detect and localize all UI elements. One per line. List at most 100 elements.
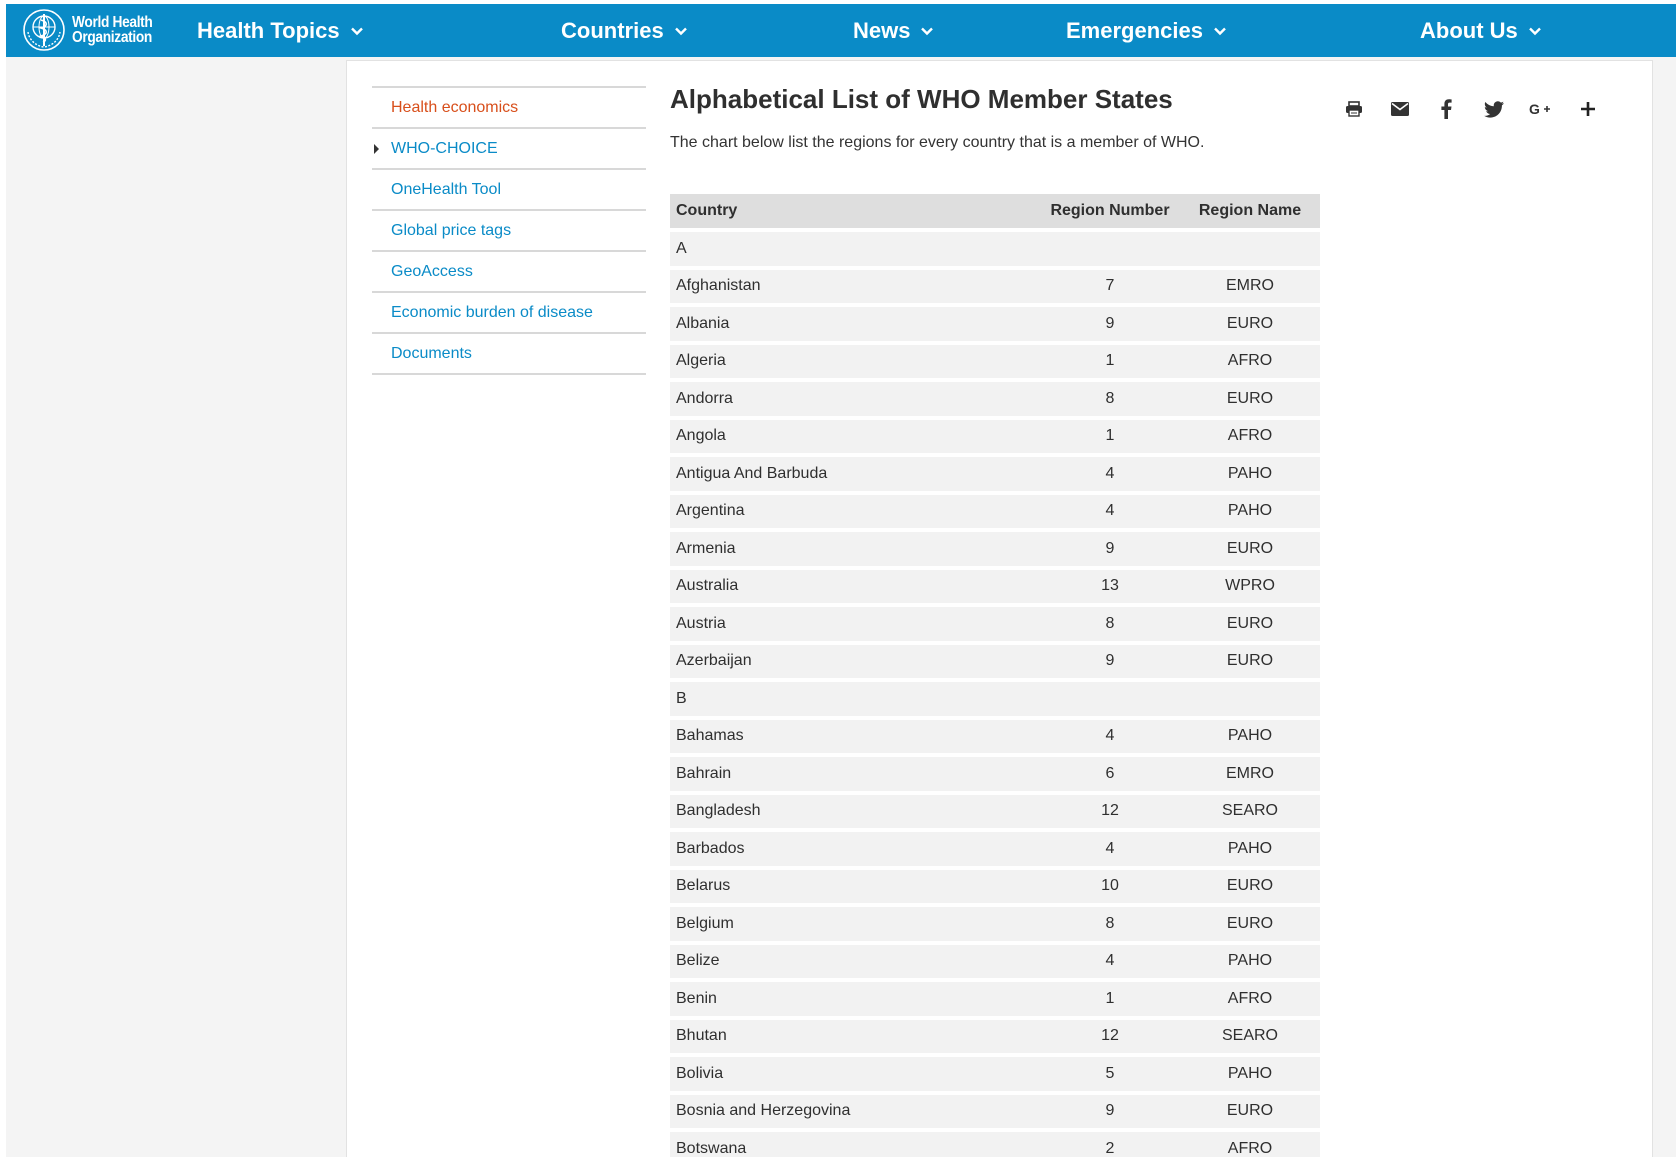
side-item-health-economics[interactable]: Health economics (372, 88, 646, 129)
cell-region-name: EURO (1180, 532, 1320, 566)
table-header-row: Country Region Number Region Name (670, 194, 1320, 228)
cell-region-name: EURO (1180, 907, 1320, 941)
chevron-down-icon (674, 27, 687, 35)
table-row: Angola 1 AFRO (670, 419, 1320, 453)
nav-news[interactable]: News (853, 4, 934, 57)
cell-country: Armenia (670, 532, 1040, 566)
cell-region-name: SEARO (1180, 794, 1320, 828)
print-icon[interactable] (1342, 96, 1366, 122)
page-description: The chart below list the regions for eve… (670, 134, 1205, 151)
cell-country: Austria (670, 607, 1040, 641)
cell-region-name: AFRO (1180, 344, 1320, 378)
google-plus-icon[interactable]: G (1528, 96, 1552, 122)
side-item-who-choice[interactable]: WHO-CHOICE (372, 129, 646, 170)
cell-region-name: AFRO (1180, 1132, 1320, 1157)
table-row: A (670, 232, 1320, 266)
cell-region-name: EMRO (1180, 757, 1320, 791)
nav-about-us[interactable]: About Us (1420, 4, 1542, 57)
cell-region-name: EURO (1180, 307, 1320, 341)
nav-label: Health Topics (197, 17, 340, 43)
side-item-onehealth-tool[interactable]: OneHealth Tool (372, 170, 646, 211)
cell-region-name: EMRO (1180, 269, 1320, 303)
table-row: Belize 4 PAHO (670, 944, 1320, 978)
side-menu: Health economics WHO-CHOICE OneHealth To… (372, 86, 646, 375)
cell-region-number: 4 (1040, 832, 1180, 866)
cell-region-number: 2 (1040, 1132, 1180, 1157)
top-navigation-bar: World Health Organization Health Topics … (6, 4, 1676, 57)
cell-region-name: PAHO (1180, 832, 1320, 866)
cell-country: Antigua And Barbuda (670, 457, 1040, 491)
cell-country: Argentina (670, 494, 1040, 528)
cell-country: Bahamas (670, 719, 1040, 753)
header-region-number: Region Number (1040, 194, 1180, 228)
logo-line-1: World Health (72, 14, 153, 31)
cell-region-name: AFRO (1180, 982, 1320, 1016)
cell-region-name: PAHO (1180, 719, 1320, 753)
nav-emergencies[interactable]: Emergencies (1066, 4, 1227, 57)
cell-region-name (1180, 682, 1320, 716)
cell-region-name: AFRO (1180, 419, 1320, 453)
cell-region-number: 4 (1040, 494, 1180, 528)
header-region-name: Region Name (1180, 194, 1320, 228)
nav-countries[interactable]: Countries (561, 4, 688, 57)
cell-region-number: 7 (1040, 269, 1180, 303)
cell-region-name: EURO (1180, 382, 1320, 416)
cell-country: A (670, 232, 1040, 266)
cell-region-number: 12 (1040, 1019, 1180, 1053)
table-row: B (670, 682, 1320, 716)
table-body: A Afghanistan 7 EMRO Albania 9 EURO Algeria 1 AFR… (670, 232, 1320, 1157)
caret-right-icon (374, 144, 379, 154)
chevron-down-icon (1528, 27, 1541, 35)
cell-region-number: 13 (1040, 569, 1180, 603)
side-item-documents[interactable]: Documents (372, 334, 646, 375)
side-item-label: OneHealth Tool (391, 180, 501, 198)
cell-region-name: PAHO (1180, 944, 1320, 978)
browser-page: World Health Organization Health Topics … (6, 4, 1676, 1157)
table-row: Afghanistan 7 EMRO (670, 269, 1320, 303)
cell-region-name: PAHO (1180, 494, 1320, 528)
side-item-label: Economic burden of disease (391, 303, 593, 321)
side-item-label: WHO-CHOICE (391, 139, 498, 157)
side-item-label: Global price tags (391, 221, 512, 239)
table-row: Argentina 4 PAHO (670, 494, 1320, 528)
cell-country: B (670, 682, 1040, 716)
table-row: Algeria 1 AFRO (670, 344, 1320, 378)
who-logo-text: World Health Organization (72, 14, 153, 46)
cell-country: Bhutan (670, 1019, 1040, 1053)
facebook-icon[interactable] (1434, 96, 1458, 122)
table-row: Botswana 2 AFRO (670, 1132, 1320, 1157)
cell-region-name: EURO (1180, 607, 1320, 641)
table-row: Belarus 10 EURO (670, 869, 1320, 903)
cell-region-number: 4 (1040, 457, 1180, 491)
share-toolbar: G (1342, 96, 1612, 122)
cell-country: Belize (670, 944, 1040, 978)
table-row: Barbados 4 PAHO (670, 832, 1320, 866)
side-item-label: Documents (391, 344, 472, 362)
cell-country: Algeria (670, 344, 1040, 378)
table-row: Austria 8 EURO (670, 607, 1320, 641)
cell-region-number: 9 (1040, 644, 1180, 678)
side-item-global-price-tags[interactable]: Global price tags (372, 211, 646, 252)
cell-country: Afghanistan (670, 269, 1040, 303)
cell-region-number (1040, 232, 1180, 266)
cell-region-name (1180, 232, 1320, 266)
cell-region-number: 1 (1040, 344, 1180, 378)
table-row: Bolivia 5 PAHO (670, 1057, 1320, 1091)
table-row: Bosnia and Herzegovina 9 EURO (670, 1094, 1320, 1128)
cell-region-number: 4 (1040, 944, 1180, 978)
email-icon[interactable] (1388, 96, 1412, 122)
nav-health-topics[interactable]: Health Topics (197, 4, 364, 57)
table-row: Bhutan 12 SEARO (670, 1019, 1320, 1053)
cell-region-number: 9 (1040, 532, 1180, 566)
plus-icon[interactable] (1576, 96, 1600, 122)
table-row: Antigua And Barbuda 4 PAHO (670, 457, 1320, 491)
side-item-economic-burden[interactable]: Economic burden of disease (372, 293, 646, 334)
cell-region-number: 1 (1040, 982, 1180, 1016)
cell-region-name: WPRO (1180, 569, 1320, 603)
who-logo[interactable]: World Health Organization (22, 6, 166, 54)
cell-region-name: EURO (1180, 644, 1320, 678)
cell-country: Bosnia and Herzegovina (670, 1094, 1040, 1128)
twitter-icon[interactable] (1482, 96, 1506, 122)
side-item-geoaccess[interactable]: GeoAccess (372, 252, 646, 293)
cell-region-number: 4 (1040, 719, 1180, 753)
